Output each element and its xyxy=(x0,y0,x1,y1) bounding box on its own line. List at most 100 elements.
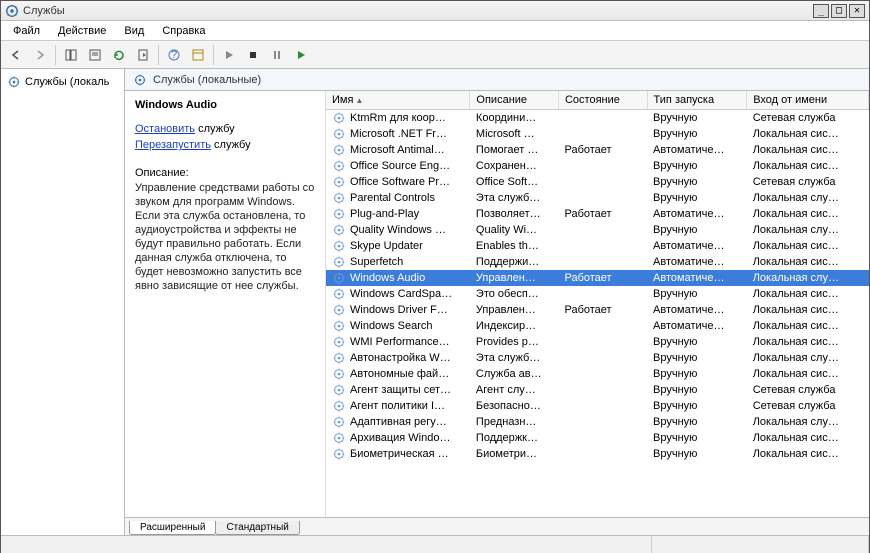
menu-view[interactable]: Вид xyxy=(116,23,152,39)
service-name: Windows Audio xyxy=(135,99,315,111)
service-list[interactable]: Имя▲ Описание Состояние Тип запуска Вход… xyxy=(325,91,869,517)
tree-root-node[interactable]: Службы (локаль xyxy=(5,73,120,91)
svc-state: Работает xyxy=(558,270,647,286)
svc-state xyxy=(558,414,647,430)
svc-logon: Локальная слу… xyxy=(747,190,869,206)
table-row[interactable]: Агент политики I…Безопасно…ВручнуюСетева… xyxy=(326,398,869,414)
menu-file[interactable]: Файл xyxy=(5,23,48,39)
col-startup[interactable]: Тип запуска xyxy=(647,91,747,110)
svc-state: Работает xyxy=(558,302,647,318)
svc-desc: Office Soft… xyxy=(470,174,559,190)
svc-state xyxy=(558,126,647,142)
svc-name: Автонастройка W… xyxy=(350,352,451,364)
refresh-button[interactable] xyxy=(108,44,130,66)
table-row[interactable]: Автонастройка W…Эта служб…ВручнуюЛокальн… xyxy=(326,350,869,366)
tab-extended[interactable]: Расширенный xyxy=(129,521,216,535)
service-icon xyxy=(332,431,346,445)
tab-standard[interactable]: Стандартный xyxy=(215,521,299,535)
svc-name: Агент защиты сет… xyxy=(350,384,451,396)
svc-logon: Локальная сис… xyxy=(747,430,869,446)
menu-action[interactable]: Действие xyxy=(50,23,114,39)
export-button[interactable] xyxy=(132,44,154,66)
svc-startup: Вручную xyxy=(647,398,747,414)
filter-button[interactable] xyxy=(187,44,209,66)
toolbar: ? xyxy=(1,41,869,69)
svc-name: Superfetch xyxy=(350,256,403,268)
svc-desc: Позволяет… xyxy=(470,206,559,222)
col-logon[interactable]: Вход от имени xyxy=(747,91,869,110)
help-button[interactable]: ? xyxy=(163,44,185,66)
table-row[interactable]: WMI Performance…Provides p…ВручнуюЛокаль… xyxy=(326,334,869,350)
svc-state xyxy=(558,286,647,302)
service-icon xyxy=(332,255,346,269)
table-row[interactable]: KtmRm для коор…Координи…ВручнуюСетевая с… xyxy=(326,110,869,127)
svc-startup: Вручную xyxy=(647,414,747,430)
svc-startup: Вручную xyxy=(647,110,747,127)
table-row[interactable]: Microsoft .NET Fr…Microsoft …ВручнуюЛока… xyxy=(326,126,869,142)
service-icon xyxy=(332,399,346,413)
titlebar: Службы _ □ ✕ xyxy=(1,1,869,21)
table-row[interactable]: Адаптивная регу…Предназн…ВручнуюЛокальна… xyxy=(326,414,869,430)
table-row[interactable]: Биометрическая …Биометри…ВручнуюЛокальна… xyxy=(326,446,869,462)
table-row[interactable]: Parental ControlsЭта служб…ВручнуюЛокаль… xyxy=(326,190,869,206)
back-button[interactable] xyxy=(5,44,27,66)
start-button[interactable] xyxy=(218,44,240,66)
restart-button[interactable] xyxy=(290,44,312,66)
table-row[interactable]: Агент защиты сет…Агент слу…ВручнуюСетева… xyxy=(326,382,869,398)
svc-desc: Enables th… xyxy=(470,238,559,254)
properties-button[interactable] xyxy=(84,44,106,66)
maximize-button[interactable]: □ xyxy=(831,4,847,18)
svc-desc: Quality Wi… xyxy=(470,222,559,238)
pause-button[interactable] xyxy=(266,44,288,66)
svc-startup: Вручную xyxy=(647,334,747,350)
svc-startup: Автоматиче… xyxy=(647,206,747,222)
svc-logon: Локальная слу… xyxy=(747,414,869,430)
view-tabs: Расширенный Стандартный xyxy=(125,517,869,535)
table-row[interactable]: Microsoft Antimal…Помогает …РаботаетАвто… xyxy=(326,142,869,158)
table-row[interactable]: Windows SearchИндексир…Автоматиче…Локаль… xyxy=(326,318,869,334)
table-row[interactable]: Windows CardSpa…Это обесп…ВручнуюЛокальн… xyxy=(326,286,869,302)
table-row[interactable]: Office Software Pr…Office Soft…ВручнуюСе… xyxy=(326,174,869,190)
close-button[interactable]: ✕ xyxy=(849,4,865,18)
show-hide-tree-button[interactable] xyxy=(60,44,82,66)
svc-name: Plug-and-Play xyxy=(350,208,419,220)
col-desc[interactable]: Описание xyxy=(470,91,559,110)
svc-logon: Локальная сис… xyxy=(747,286,869,302)
col-name[interactable]: Имя▲ xyxy=(326,91,470,110)
table-row[interactable]: Архивация Windo…Поддержк…ВручнуюЛокальна… xyxy=(326,430,869,446)
svc-logon: Сетевая служба xyxy=(747,174,869,190)
stop-button[interactable] xyxy=(242,44,264,66)
table-row[interactable]: Skype UpdaterEnables th…Автоматиче…Локал… xyxy=(326,238,869,254)
svc-startup: Вручную xyxy=(647,286,747,302)
svc-state xyxy=(558,382,647,398)
table-row[interactable]: Windows Driver F…Управлен…РаботаетАвтома… xyxy=(326,302,869,318)
table-row[interactable]: SuperfetchПоддержи…Автоматиче…Локальная … xyxy=(326,254,869,270)
svc-desc: Безопасно… xyxy=(470,398,559,414)
minimize-button[interactable]: _ xyxy=(813,4,829,18)
table-row[interactable]: Quality Windows …Quality Wi…ВручнуюЛокал… xyxy=(326,222,869,238)
table-row[interactable]: Автономные фай…Служба ав…ВручнуюЛокальна… xyxy=(326,366,869,382)
svc-state: Работает xyxy=(558,142,647,158)
forward-button[interactable] xyxy=(29,44,51,66)
table-row[interactable]: Windows AudioУправлен…РаботаетАвтоматиче… xyxy=(326,270,869,286)
table-row[interactable]: Office Source Eng…Сохранен…ВручнуюЛокаль… xyxy=(326,158,869,174)
app-icon xyxy=(5,4,19,18)
svc-startup: Вручную xyxy=(647,366,747,382)
svc-name: Windows Search xyxy=(350,320,433,332)
table-row[interactable]: Plug-and-PlayПозволяет…РаботаетАвтоматич… xyxy=(326,206,869,222)
svc-logon: Локальная сис… xyxy=(747,238,869,254)
svc-desc: Эта служб… xyxy=(470,350,559,366)
col-state[interactable]: Состояние xyxy=(558,91,647,110)
restart-link[interactable]: Перезапустить xyxy=(135,139,211,151)
svc-desc: Эта служб… xyxy=(470,190,559,206)
svc-name: Microsoft .NET Fr… xyxy=(350,128,447,140)
menu-help[interactable]: Справка xyxy=(154,23,213,39)
stop-link[interactable]: Остановить xyxy=(135,123,195,135)
svc-state xyxy=(558,222,647,238)
svc-startup: Вручную xyxy=(647,382,747,398)
svc-logon: Локальная сис… xyxy=(747,302,869,318)
svc-name: Агент политики I… xyxy=(350,400,445,412)
svc-name: KtmRm для коор… xyxy=(350,112,446,124)
svc-desc: Предназн… xyxy=(470,414,559,430)
service-icon xyxy=(332,351,346,365)
